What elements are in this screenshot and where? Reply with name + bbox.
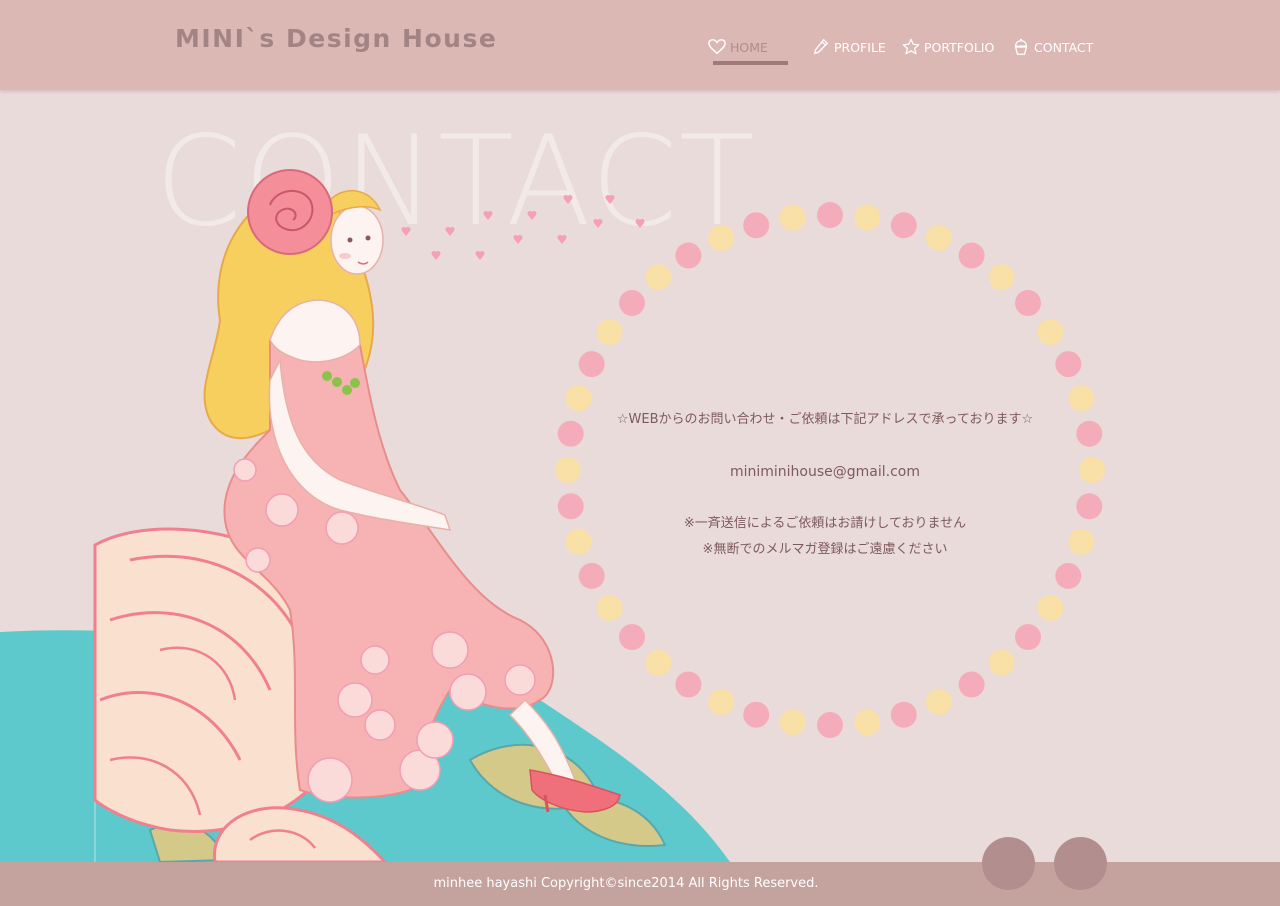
decor-dot [743, 212, 770, 239]
decor-dot [890, 212, 917, 239]
star-icon [902, 38, 920, 55]
decor-dot [1015, 290, 1041, 316]
decor-dot [854, 204, 881, 231]
decor-dot [675, 242, 702, 269]
decor-dot [619, 290, 645, 316]
decor-dot [854, 709, 881, 736]
decor-dot [708, 689, 735, 715]
decor-dot [1015, 624, 1041, 650]
decor-dot [645, 649, 672, 676]
site-logo[interactable]: MINI`s Design House [175, 24, 497, 53]
decor-dot [645, 264, 672, 291]
heart-icon [708, 39, 726, 55]
nav-profile[interactable]: PROFILE [812, 36, 886, 58]
nav-portfolio-label: PORTFOLIO [924, 39, 995, 55]
nav-home-label: HOME [730, 39, 768, 55]
decor-dot [708, 225, 735, 251]
contact-info: ☆WEBからのお問い合わせ・ご依頼は下記アドレスで承っております☆ minimi… [560, 408, 1090, 557]
nav-profile-label: PROFILE [834, 39, 886, 55]
contact-note-newsletter: ※無断でのメルマガ登録はご遠慮ください [702, 542, 948, 557]
decor-dot [925, 225, 952, 251]
decor-dot [958, 242, 985, 269]
nav-active-indicator [713, 61, 788, 65]
decor-dot [1055, 562, 1082, 589]
decor-dot [958, 671, 985, 698]
footer-circle-button-left[interactable] [982, 837, 1035, 890]
nav-home[interactable]: HOME [708, 36, 768, 58]
decor-dot [675, 671, 702, 698]
contact-lead-text: ☆WEBからのお問い合わせ・ご依頼は下記アドレスで承っております☆ [616, 412, 1034, 427]
nav-contact-label: CONTACT [1034, 39, 1094, 55]
decor-dot [743, 701, 770, 728]
decor-dot [817, 202, 843, 228]
decor-dot [817, 712, 843, 738]
contact-note-bulk: ※一斉送信によるご依頼はお請けしておりません [683, 516, 967, 531]
site-header: MINI`s Design House HOME PROFILE PORTFOL… [0, 0, 1280, 90]
decor-dot [1055, 351, 1082, 378]
decor-dot [779, 204, 806, 231]
decor-dot [578, 351, 605, 378]
pencil-icon [813, 38, 829, 55]
decor-dot [1037, 319, 1064, 346]
contact-email[interactable]: miniminihouse@gmail.com [560, 464, 1090, 480]
cupcake-icon [1014, 38, 1028, 55]
decor-dot [596, 594, 623, 621]
decor-dot [988, 264, 1015, 291]
nav-portfolio[interactable]: PORTFOLIO [902, 36, 994, 58]
footer-circle-button-right[interactable] [1054, 837, 1107, 890]
decor-dot [890, 701, 917, 728]
decor-dot [1037, 594, 1064, 621]
nav-contact[interactable]: CONTACT [1012, 36, 1093, 58]
decor-dot [619, 624, 645, 650]
decor-dot [925, 689, 952, 715]
decor-dot [578, 562, 605, 589]
decor-dot [596, 319, 623, 346]
decor-dot [988, 649, 1015, 676]
decor-dot [779, 709, 806, 736]
